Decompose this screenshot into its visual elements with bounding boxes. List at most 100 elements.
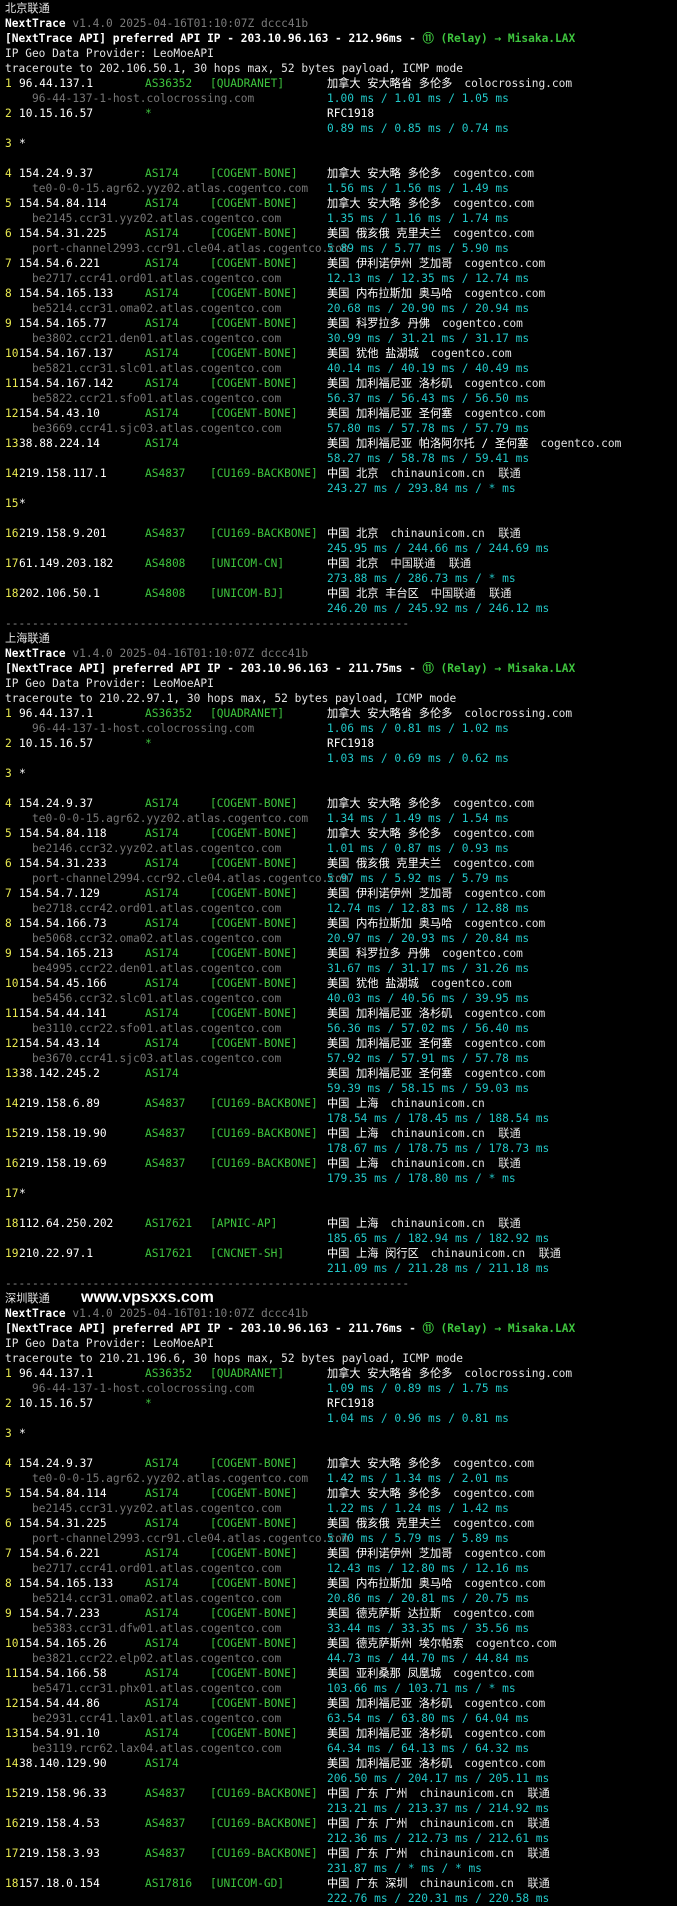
hop-number: 6 (5, 227, 12, 240)
relay-text: ⑪ (Relay) → Misaka.LAX (422, 32, 576, 45)
hop-ip: 219.158.19.90 (19, 1127, 107, 1140)
hop-rdns: be5471.ccr31.phx01.atlas.cogentco.com (32, 1682, 282, 1695)
hop-detail-row: 246.20 ms / 245.92 ms / 246.12 ms (5, 601, 677, 616)
hop-rtt: 12.43 ms / 12.80 ms / 12.16 ms (327, 1562, 530, 1575)
hop-ip: 202.106.50.1 (19, 587, 100, 600)
hop-row: 6 154.54.31.225 AS174 [COGENT-BONE] 美国 俄亥俄 克… (5, 226, 677, 241)
hop-row: 18 112.64.250.202 AS17621 [APNIC-AP] 中国 上海 ch… (5, 1216, 677, 1231)
hop-asn: AS174 (145, 1727, 179, 1740)
hop-location: 美国 犹他 盐湖城 (327, 977, 419, 990)
tool-version: v1.4.0 2025-04-16T01:10:07Z dccc41b (72, 17, 309, 30)
hop-rdns: be3110.ccr22.sfo01.atlas.cogentco.com (32, 1022, 282, 1035)
hop-tag: [UNICOM-BJ] (210, 587, 285, 600)
hop-detail-row: 206.50 ms / 204.17 ms / 205.11 ms (5, 1771, 677, 1786)
tool-version: v1.4.0 2025-04-16T01:10:07Z dccc41b (72, 1307, 309, 1320)
hop-location: 加拿大 安大略 多伦多 (327, 827, 442, 840)
hop-tag: [APNIC-AP] (210, 1217, 278, 1230)
hop-asn: AS174 (145, 1457, 179, 1470)
hop-host: chinaunicom.cn 联通 (390, 1127, 521, 1140)
hop-asn: AS174 (145, 1037, 179, 1050)
hop-ip: 154.54.43.14 (19, 1037, 100, 1050)
hop-location: 中国 北京 丰台区 (327, 587, 419, 600)
tool-name: NextTrace (5, 17, 66, 30)
hop-number: 11 (5, 1007, 19, 1020)
traceroute-command: traceroute to 202.106.50.1, 30 hops max,… (5, 62, 464, 75)
hop-number: 7 (5, 257, 12, 270)
hop-rdns: be2145.ccr31.yyz02.atlas.cogentco.com (32, 212, 282, 225)
hop-rtt: 243.27 ms / 293.84 ms / * ms (327, 482, 516, 495)
hop-geo: 美国 加利福尼亚 圣何塞 cogentco.com (327, 1036, 545, 1051)
hop-row: 16 219.158.9.201 AS4837 [CU169-BACKBONE] 中国 … (5, 526, 677, 541)
hop-detail-row: 212.36 ms / 212.73 ms / 212.61 ms (5, 1831, 677, 1846)
hop-row: 6 154.54.31.233 AS174 [COGENT-BONE] 美国 俄亥俄 克… (5, 856, 677, 871)
hop-row: 11 154.54.44.141 AS174 [COGENT-BONE] 美国 加利福尼… (5, 1006, 677, 1021)
hop-geo: 中国 北京 中国联通 联通 (327, 556, 471, 571)
hop-rdns: 96-44-137-1-host.colocrossing.com (32, 92, 255, 105)
hop-ip: 219.158.6.89 (19, 1097, 100, 1110)
hop-ip: 154.54.165.133 (19, 287, 114, 300)
hop-number: 17 (5, 1847, 19, 1860)
hop-tag: [COGENT-BONE] (210, 797, 298, 810)
hop-asn: AS174 (145, 1667, 179, 1680)
hop-ip: 154.54.31.225 (19, 227, 107, 240)
hop-tag: [CU169-BACKBONE] (210, 1847, 318, 1860)
hop-location: 中国 广东 广州 (327, 1817, 408, 1830)
hop-geo: 美国 加利福尼亚 洛杉矶 cogentco.com (327, 1756, 545, 1771)
hop-detail-row: port-channel2994.ccr92.cle04.atlas.cogen… (5, 871, 677, 886)
section-separator: ----------------------------------------… (5, 617, 410, 630)
hop-detail-row: be5456.ccr32.slc01.atlas.cogentco.com 40.… (5, 991, 677, 1006)
hop-number: 18 (5, 587, 19, 600)
hop-ip: 154.54.31.233 (19, 857, 107, 870)
hop-host: cogentco.com (540, 437, 622, 450)
hop-tag: [UNICOM-GD] (210, 1877, 285, 1890)
hop-host: cogentco.com (430, 347, 512, 360)
hop-asn: AS174 (145, 437, 179, 450)
hop-number: 7 (5, 887, 12, 900)
hop-host: cogentco.com (453, 1457, 534, 1470)
hop-geo: RFC1918 (327, 1396, 374, 1411)
hop-host: cogentco.com (453, 197, 534, 210)
hop-host: chinaunicom.cn 联通 (390, 527, 521, 540)
api-text: [NextTrace API] preferred API IP - 203.1… (5, 32, 423, 45)
hop-geo: 中国 上海 闵行区 chinaunicom.cn 联通 (327, 1246, 561, 1261)
hop-detail-row: be3821.ccr22.elp02.atlas.cogentco.com 44.… (5, 1651, 677, 1666)
hop-number: 2 (5, 1397, 12, 1410)
hop-asn: AS174 (145, 1517, 179, 1530)
hop-tag: [COGENT-BONE] (210, 377, 298, 390)
hop-number: 18 (5, 1217, 19, 1230)
hop-host: chinaunicom.cn 联通 (419, 1817, 550, 1830)
hop-detail-row: be2931.ccr41.lax01.atlas.cogentco.com 63.… (5, 1711, 677, 1726)
hop-rdns: 96-44-137-1-host.colocrossing.com (32, 1382, 255, 1395)
hop-row: 7 154.54.7.129 AS174 [COGENT-BONE] 美国 伊利诺伊州 … (5, 886, 677, 901)
hop-ip: 154.54.166.58 (19, 1667, 107, 1680)
api-line: [NextTrace API] preferred API IP - 203.1… (5, 31, 677, 46)
hop-tag: [CU169-BACKBONE] (210, 1787, 318, 1800)
hop-number: 5 (5, 827, 12, 840)
hop-geo: 美国 加利福尼亚 帕洛阿尔托 / 圣何塞 cogentco.com (327, 436, 621, 451)
hop-location: 中国 北京 (327, 527, 379, 540)
hop-ip: 154.54.43.10 (19, 407, 100, 420)
hop-asn: AS4837 (145, 467, 186, 480)
hop-rtt: 40.03 ms / 40.56 ms / 39.95 ms (327, 992, 530, 1005)
hop-detail-row: be5214.ccr31.oma02.atlas.cogentco.com 20.… (5, 301, 677, 316)
hop-ip: 10.15.16.57 (19, 737, 94, 750)
hop-rtt: 1.09 ms / 0.89 ms / 1.75 ms (327, 1382, 509, 1395)
hop-rtt: 231.87 ms / * ms / * ms (327, 1862, 482, 1875)
hop-tag: [COGENT-BONE] (210, 1607, 298, 1620)
hop-ip: 219.158.9.201 (19, 527, 107, 540)
hop-geo: RFC1918 (327, 106, 374, 121)
hop-ip: 154.24.9.37 (19, 1457, 94, 1470)
hop-row: 7 154.54.6.221 AS174 [COGENT-BONE] 美国 伊利诺伊州 … (5, 256, 677, 271)
hop-geo: 加拿大 安大略 多伦多 cogentco.com (327, 796, 534, 811)
section-title: 深圳联通 www.vpsxxs.com (5, 1290, 677, 1306)
hop-geo: 美国 犹他 盐湖城 cogentco.com (327, 976, 512, 991)
hop-number: 9 (5, 317, 12, 330)
hop-row: 16 219.158.4.53 AS4837 [CU169-BACKBONE] 中国 广… (5, 1816, 677, 1831)
hop-number: 4 (5, 167, 12, 180)
hop-row: 11 154.54.167.142 AS174 [COGENT-BONE] 美国 加利福… (5, 376, 677, 391)
hop-ip: 154.54.45.166 (19, 977, 107, 990)
hop-detail-row: 1.03 ms / 0.69 ms / 0.62 ms (5, 751, 677, 766)
hop-geo: 美国 科罗拉多 丹佛 cogentco.com (327, 316, 523, 331)
hop-host: cogentco.com (464, 917, 546, 930)
hop-asn: AS174 (145, 377, 179, 390)
